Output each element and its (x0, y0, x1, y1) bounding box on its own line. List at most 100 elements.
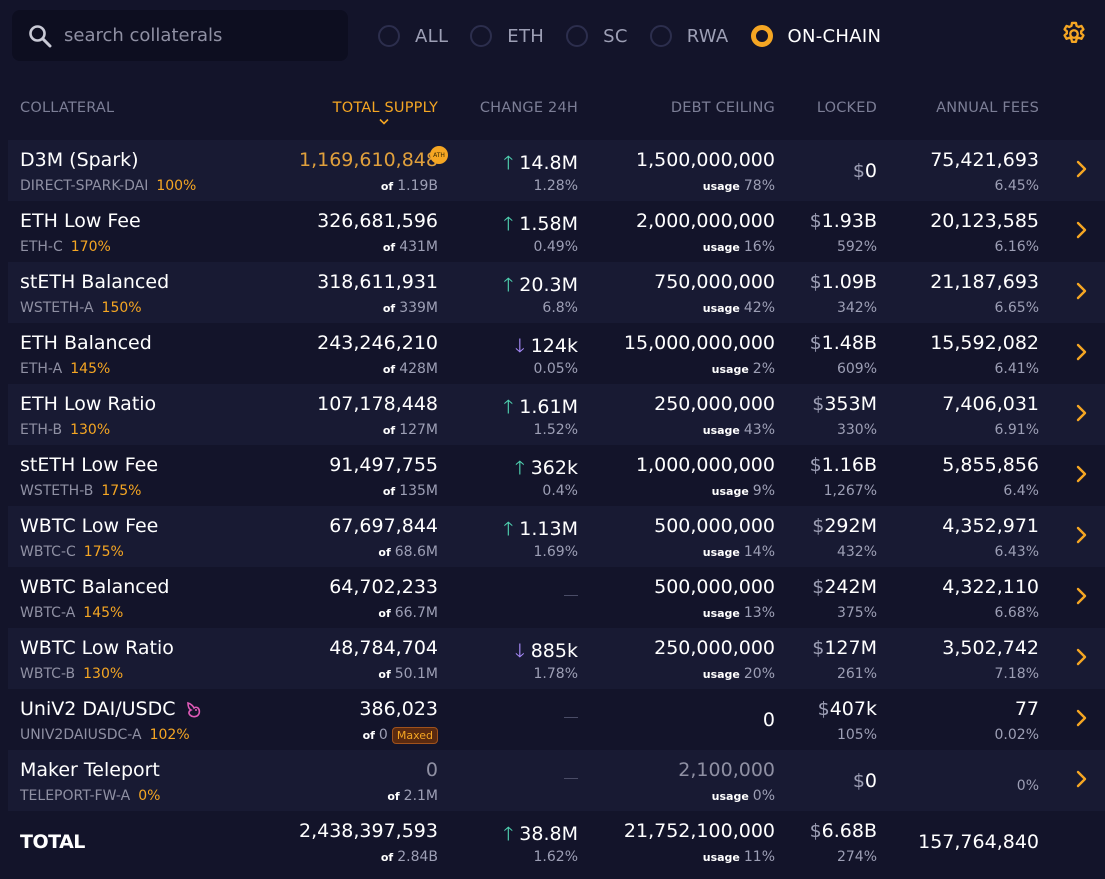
annual-fees-percent: 6.65% (994, 300, 1039, 316)
supply-capacity: of 2.1M (387, 788, 438, 804)
dollar-sign: $ (812, 393, 825, 415)
of-label: of (378, 668, 391, 681)
filter-label: SC (603, 25, 628, 47)
ilk-label: WBTC-A (20, 605, 76, 621)
chevron-right-icon[interactable] (1076, 282, 1088, 300)
gear-icon[interactable] (1060, 20, 1088, 48)
total-supply-value: 243,246,210 (317, 332, 438, 354)
chevron-right-icon[interactable] (1076, 526, 1088, 544)
change-percent: 1.28% (533, 178, 578, 194)
collateral-name: WBTC Balanced (20, 576, 169, 598)
search-box[interactable] (12, 10, 348, 61)
debt-ceiling-value: 1,000,000,000 (635, 454, 775, 476)
arrow-up-icon: 🡑 (503, 823, 514, 845)
dollar-sign: $ (809, 454, 822, 476)
table-row[interactable]: WBTC Low Fee WBTC-C 175% 67,697,844 of 68.6M 🡑… (8, 506, 1105, 567)
radio-button[interactable] (750, 25, 773, 47)
locked-value: $0 (853, 770, 877, 792)
chevron-right-icon[interactable] (1076, 404, 1088, 422)
radio-button[interactable] (649, 25, 672, 47)
locked-value: $242M (812, 576, 877, 598)
table-row[interactable]: ETH Balanced ETH-A 145% 243,246,210 of 428M 🡓 1… (8, 323, 1105, 384)
ilk-label: DIRECT-SPARK-DAI (20, 178, 149, 194)
table-row[interactable]: Maker Teleport TELEPORT-FW-A 0% 0 of 2.1M 2,10… (8, 750, 1105, 811)
annual-fees-value: 4,352,971 (942, 515, 1039, 537)
ilk-label: ETH-A (20, 361, 63, 377)
usage-label: usage (702, 241, 740, 254)
usage-info: usage 2% (712, 361, 775, 377)
table-row[interactable]: UniV2 DAI/USDC UNIV2DAIUSDC-A 102% 386,023 o… (8, 689, 1105, 750)
debt-ceiling-value: 15,000,000,000 (623, 332, 775, 354)
radio-button[interactable] (566, 25, 589, 47)
radio-button[interactable] (470, 25, 493, 47)
header-locked[interactable]: LOCKED (817, 100, 877, 116)
usage-value: 42% (743, 300, 775, 316)
arrow-up-icon: 🡑 (514, 457, 525, 479)
locked-percent: 261% (836, 666, 877, 682)
collateral-ratio: 175% (83, 544, 124, 560)
locked-amount: 1.16B (821, 454, 877, 476)
annual-fees-percent: 0% (1016, 778, 1039, 794)
usage-info: usage 14% (703, 544, 775, 560)
change-amount: 1.13M (519, 518, 578, 540)
chevron-right-icon[interactable] (1076, 770, 1088, 788)
chevron-right-icon[interactable] (1076, 648, 1088, 666)
table-row[interactable]: ETH Low Fee ETH-C 170% 326,681,596 of 431M 🡑 1.… (8, 201, 1105, 262)
filter-on-chain[interactable]: ON-CHAIN (750, 25, 882, 47)
chevron-right-icon[interactable] (1076, 709, 1088, 727)
arrow-down-icon: 🡓 (514, 640, 525, 662)
dollar-sign: $ (812, 515, 825, 537)
annual-fees-value: 77 (1014, 698, 1039, 720)
arrow-up-icon: 🡑 (503, 396, 514, 418)
table-row[interactable]: WBTC Balanced WBTC-A 145% 64,702,233 of 66.7M… (8, 567, 1105, 628)
filter-all[interactable]: ALL (378, 25, 448, 47)
debt-ceiling-value: 2,000,000,000 (635, 210, 775, 232)
locked-value: $292M (812, 515, 877, 537)
of-label: of (387, 790, 400, 803)
chevron-right-icon[interactable] (1076, 160, 1088, 178)
header-change-24h[interactable]: CHANGE 24H (480, 100, 578, 116)
search-input[interactable] (64, 20, 334, 51)
supply-capacity: of 50.1M (378, 666, 438, 682)
of-label: of (382, 363, 396, 376)
table-row[interactable]: stETH Balanced WSTETH-A 150% 318,611,931 of 3… (8, 262, 1105, 323)
supply-of-value: 1.19B (397, 178, 438, 194)
ath-badge-icon: ATH (430, 146, 448, 164)
chevron-right-icon[interactable] (1076, 465, 1088, 483)
chevron-right-icon[interactable] (1076, 343, 1088, 361)
annual-fees-percent: 6.68% (994, 605, 1039, 621)
header-annual-fees[interactable]: ANNUAL FEES (936, 100, 1039, 116)
radio-button[interactable] (378, 25, 400, 47)
locked-percent: 375% (836, 605, 877, 621)
arrow-up-icon: 🡑 (503, 518, 514, 540)
sort-down-icon (379, 118, 389, 125)
debt-ceiling-value: 500,000,000 (654, 515, 775, 537)
header-debt-ceiling[interactable]: DEBT CEILING (671, 100, 775, 116)
table-row[interactable]: stETH Low Fee WSTETH-B 175% 91,497,755 of 135… (8, 445, 1105, 506)
table-row[interactable]: WBTC Low Ratio WBTC-B 130% 48,784,704 of 50.1… (8, 628, 1105, 689)
supply-capacity: of 2.84B (381, 849, 438, 865)
filter-sc[interactable]: SC (566, 25, 628, 47)
chevron-right-icon[interactable] (1076, 221, 1088, 239)
table-row[interactable]: D3M (Spark) DIRECT-SPARK-DAI 100% 1,169,610… (8, 140, 1105, 201)
of-label: of (382, 241, 396, 254)
locked-percent: 342% (836, 300, 877, 316)
change-value: 🡑 1.58M (503, 210, 578, 242)
of-label: of (382, 485, 396, 498)
filter-eth[interactable]: ETH (470, 25, 544, 47)
collateral-name-text: stETH Low Fee (20, 454, 159, 476)
usage-label: usage (702, 546, 740, 559)
header-total-supply[interactable]: TOTAL SUPPLY (333, 100, 438, 116)
chevron-right-icon[interactable] (1076, 587, 1088, 605)
collateral-name-text: UniV2 DAI/USDC (20, 698, 176, 720)
annual-fees-percent: 6.91% (994, 422, 1039, 438)
supply-capacity: of 1.19B (381, 178, 438, 194)
of-label: of (382, 424, 396, 437)
of-label: of (382, 302, 396, 315)
usage-info: usage 9% (712, 483, 775, 499)
table-row[interactable]: ETH Low Ratio ETH-B 130% 107,178,448 of 127M 🡑… (8, 384, 1105, 445)
header-collateral[interactable]: COLLATERAL (20, 100, 114, 116)
change-value: 🡑 14.8M (503, 149, 578, 181)
collateral-name-text: Maker Teleport (20, 759, 160, 781)
filter-rwa[interactable]: RWA (649, 25, 729, 47)
